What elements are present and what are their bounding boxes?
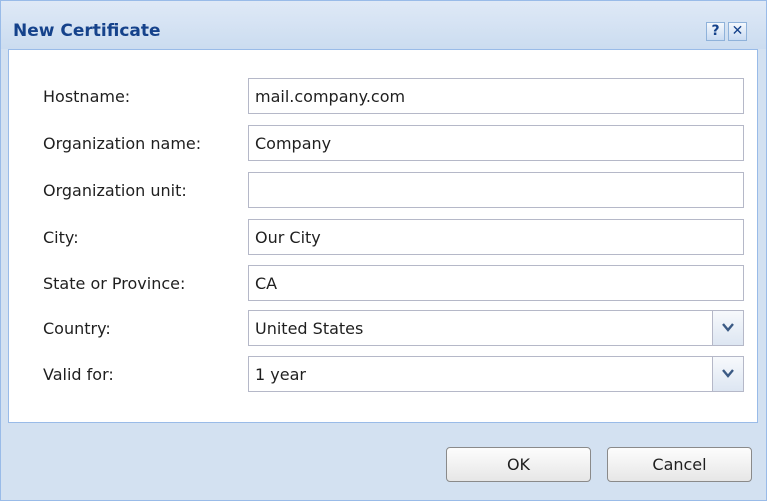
dialog-footer: OK Cancel: [1, 423, 766, 500]
organization-unit-input[interactable]: [248, 172, 744, 208]
hostname-input[interactable]: [248, 78, 744, 114]
form-panel: Hostname: Organization name: Organizatio…: [8, 49, 758, 423]
dialog-titlebar: New Certificate ? ✕: [1, 1, 766, 49]
state-label: State or Province:: [43, 274, 186, 293]
organization-unit-row: Organization unit:: [9, 172, 757, 208]
help-icon[interactable]: ?: [706, 22, 725, 41]
new-certificate-dialog: New Certificate ? ✕ Hostname: Organizati…: [0, 0, 767, 501]
close-icon[interactable]: ✕: [728, 22, 747, 41]
country-select[interactable]: United States: [248, 310, 744, 346]
city-label: City:: [43, 228, 79, 247]
organization-name-label: Organization name:: [43, 134, 202, 153]
chevron-down-icon: [722, 323, 734, 332]
country-value: United States: [255, 319, 364, 338]
valid-for-value: 1 year: [255, 365, 306, 384]
organization-name-row: Organization name:: [9, 125, 757, 161]
dialog-title: New Certificate: [13, 21, 161, 41]
valid-for-label: Valid for:: [43, 365, 114, 384]
city-input[interactable]: [248, 219, 744, 255]
organization-name-input[interactable]: [248, 125, 744, 161]
chevron-down-icon: [722, 369, 734, 378]
state-input[interactable]: [248, 265, 744, 301]
city-row: City:: [9, 219, 757, 255]
country-dropdown-trigger[interactable]: [712, 311, 743, 345]
valid-for-dropdown-trigger[interactable]: [712, 357, 743, 391]
hostname-row: Hostname:: [9, 78, 757, 114]
country-row: Country: United States: [9, 310, 757, 346]
hostname-label: Hostname:: [43, 87, 131, 106]
ok-button[interactable]: OK: [446, 447, 591, 482]
cancel-button[interactable]: Cancel: [607, 447, 752, 482]
valid-for-select[interactable]: 1 year: [248, 356, 744, 392]
organization-unit-label: Organization unit:: [43, 181, 187, 200]
state-row: State or Province:: [9, 265, 757, 301]
valid-for-row: Valid for: 1 year: [9, 356, 757, 392]
country-label: Country:: [43, 319, 111, 338]
